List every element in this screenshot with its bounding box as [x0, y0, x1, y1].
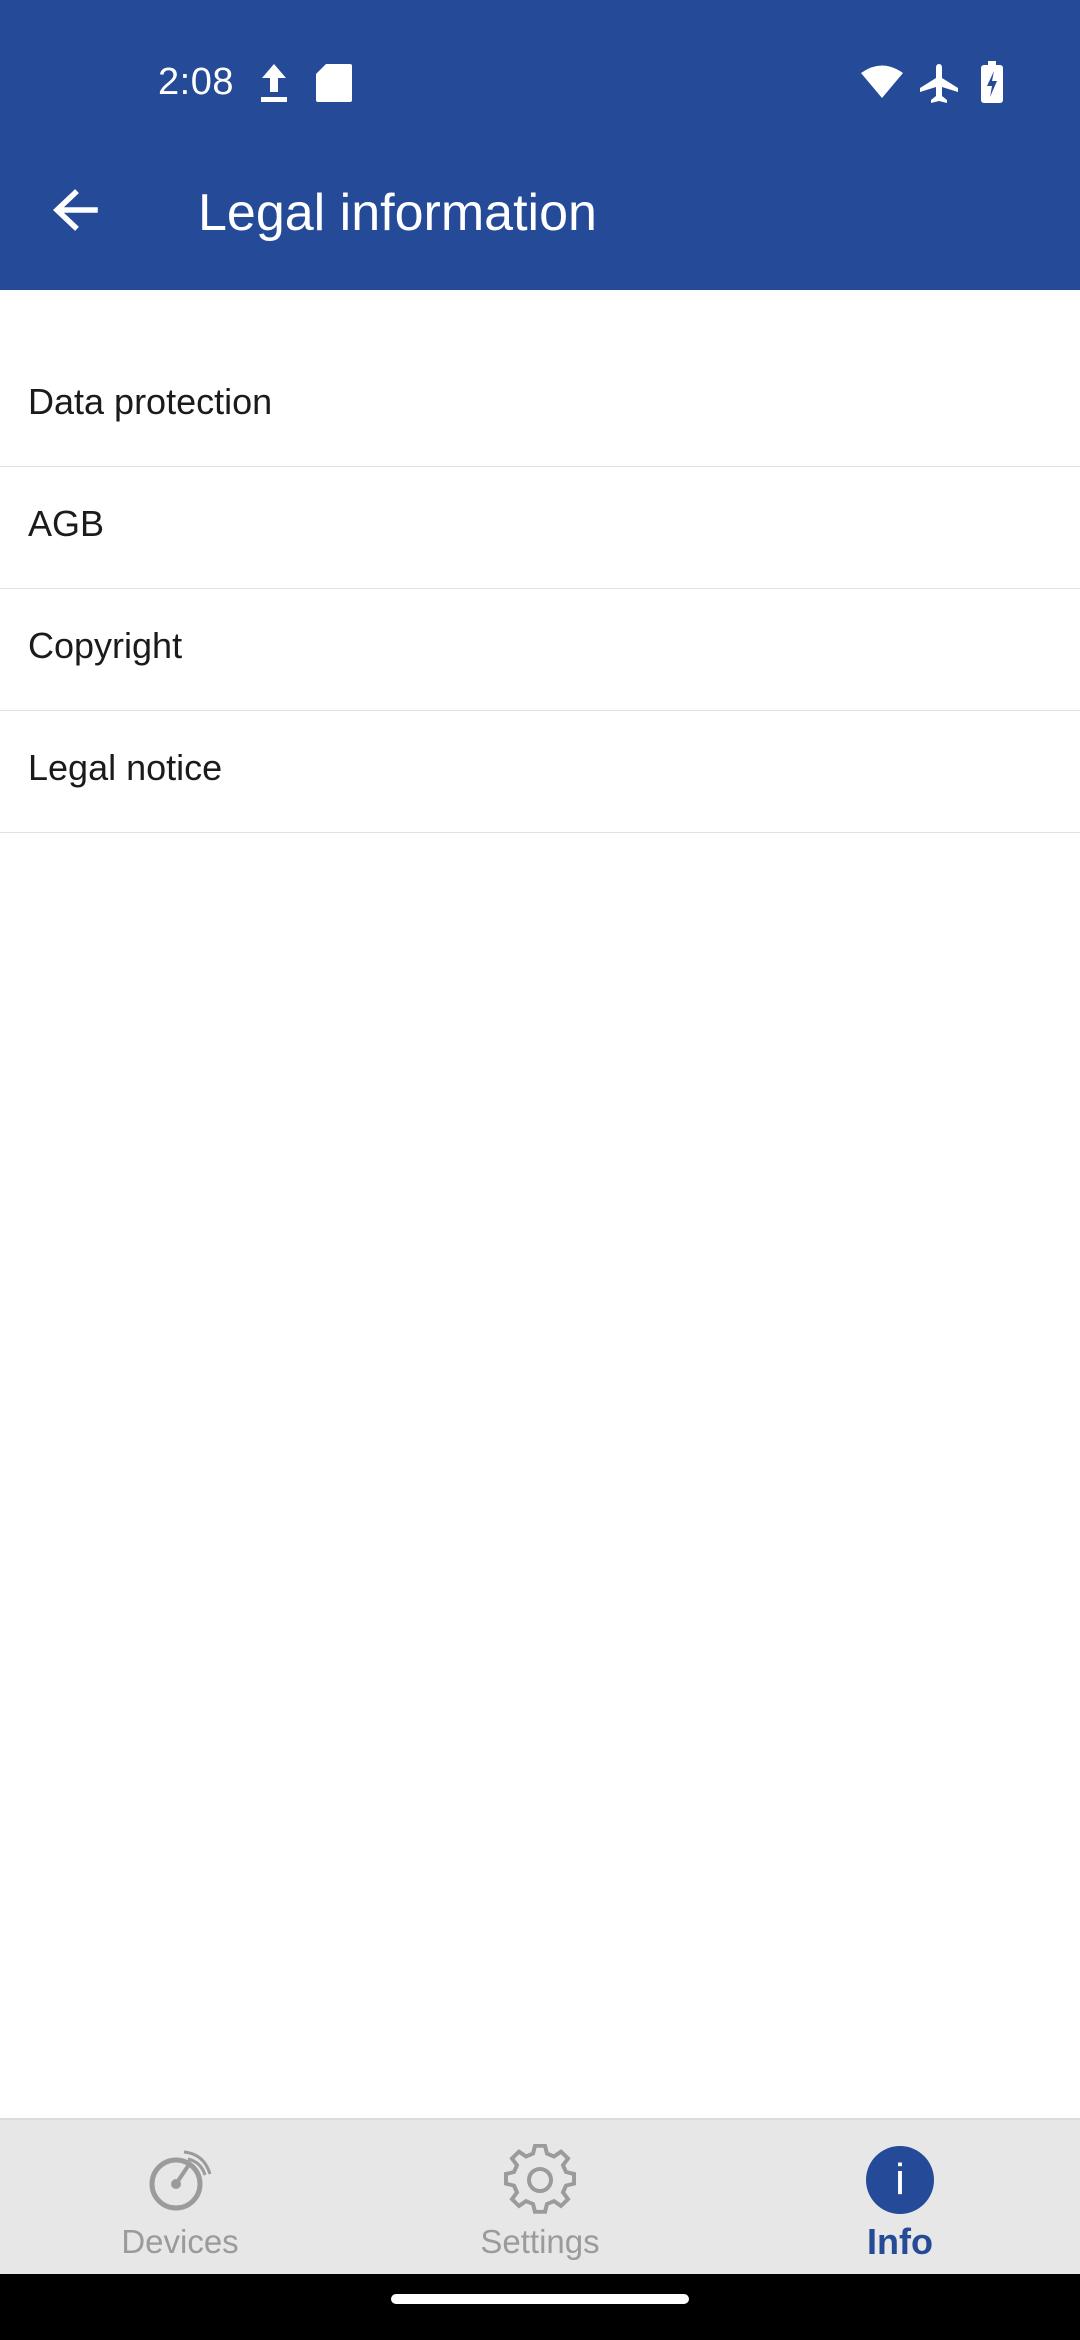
airplane-icon	[920, 64, 958, 103]
tab-settings[interactable]: Settings	[360, 2120, 720, 2276]
app-header: 2:08 Legal information	[0, 0, 1080, 290]
list-item-agb[interactable]: AGB	[0, 467, 1080, 589]
tab-info[interactable]: i Info	[720, 2120, 1080, 2276]
list-item-label: Copyright	[28, 625, 183, 666]
list-item-copyright[interactable]: Copyright	[0, 589, 1080, 711]
tab-label: Devices	[121, 2223, 239, 2260]
status-bar: 2:08	[0, 0, 1080, 165]
legal-list: Data protection AGB Copyright Legal noti…	[0, 290, 1080, 833]
list-item-label: Data protection	[28, 381, 273, 422]
list-item-label: AGB	[28, 503, 105, 544]
list-item-label: Legal notice	[28, 747, 223, 788]
info-icon: i	[864, 2144, 936, 2216]
toolbar: Legal information	[0, 165, 1080, 290]
system-navigation-bar	[0, 2274, 1080, 2340]
status-time: 2:08	[158, 61, 234, 103]
home-gesture-handle[interactable]	[391, 2294, 689, 2304]
tab-devices[interactable]: Devices	[0, 2120, 360, 2276]
gear-icon	[504, 2144, 576, 2216]
sd-card-icon	[316, 64, 352, 102]
tab-label: Settings	[480, 2223, 600, 2260]
upload-icon	[261, 64, 287, 102]
back-button[interactable]	[30, 165, 120, 255]
list-item-legal-notice[interactable]: Legal notice	[0, 711, 1080, 833]
list-item-data-protection[interactable]: Data protection	[0, 290, 1080, 467]
arrow-left-icon	[52, 189, 98, 231]
wifi-icon	[861, 65, 903, 98]
tab-label: Info	[867, 2221, 933, 2262]
gauge-icon	[144, 2144, 216, 2216]
bottom-navigation: Devices Settings i Info	[0, 2118, 1080, 2276]
info-icon-glyph: i	[866, 2146, 934, 2214]
page-title: Legal information	[198, 184, 597, 242]
battery-charging-icon	[981, 61, 1003, 103]
